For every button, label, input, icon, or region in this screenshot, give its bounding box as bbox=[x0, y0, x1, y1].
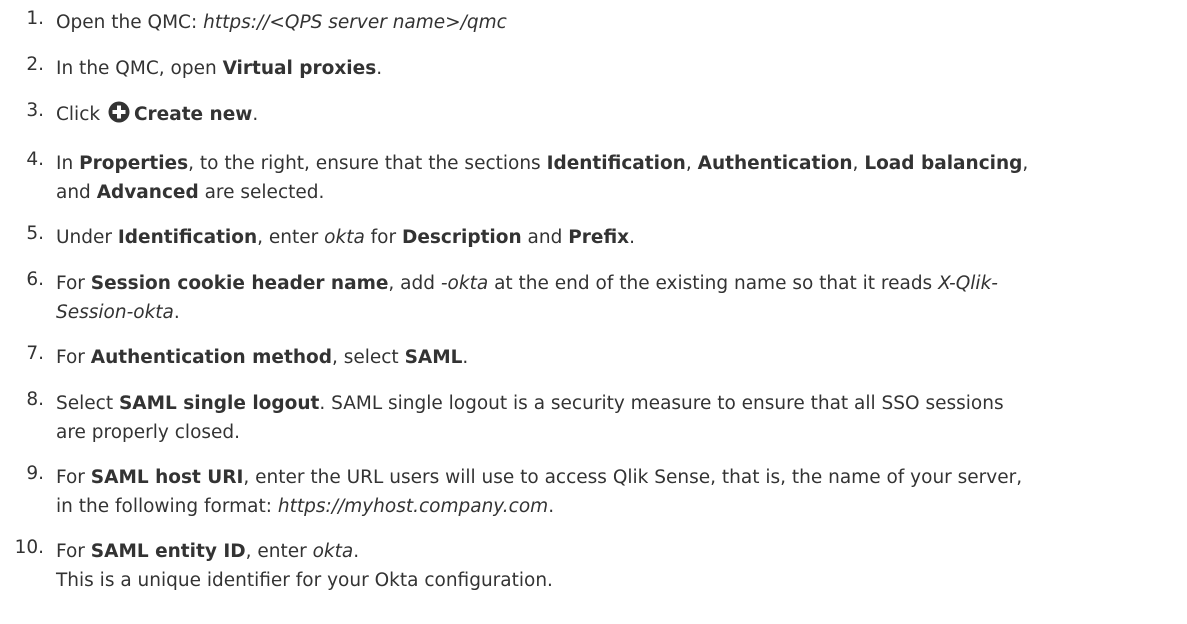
bold-term: Create new bbox=[133, 104, 253, 125]
bold-term: SAML entity ID bbox=[90, 541, 246, 562]
list-item: 8. Select SAML single logout. SAML single… bbox=[0, 389, 1187, 447]
list-item: 1. Open the QMC: https://<QPS server name… bbox=[0, 8, 1187, 38]
list-item: 6. For Session cookie header name, add -o… bbox=[0, 269, 1187, 327]
italic-term: https://<QPS server name>/qmc bbox=[203, 12, 507, 33]
text-segment: This is a unique identifier for your Okt… bbox=[56, 570, 553, 591]
text-segment: are selected. bbox=[198, 182, 325, 203]
step-text-line: In Properties, to the right, ensure that… bbox=[0, 149, 1187, 179]
step-number: 6. bbox=[26, 269, 44, 290]
text-segment: . bbox=[462, 347, 469, 368]
text-segment: , enter bbox=[257, 227, 325, 248]
step-text-line: in the following format: https://myhost.… bbox=[0, 493, 1187, 521]
italic-term: okta bbox=[324, 227, 365, 248]
step-text-line: Select SAML single logout. SAML single l… bbox=[0, 389, 1187, 419]
bold-term: Virtual proxies bbox=[222, 58, 377, 79]
list-item: 9. For SAML host URI, enter the URL users… bbox=[0, 463, 1187, 521]
italic-term: X-Qlik- bbox=[938, 273, 998, 294]
step-text-line: Click Create new. bbox=[0, 100, 1187, 133]
bold-term: SAML host URI bbox=[90, 467, 244, 488]
bold-term: Authentication method bbox=[90, 347, 332, 368]
step-number: 1. bbox=[26, 8, 44, 29]
text-segment: Open the QMC: bbox=[56, 12, 204, 33]
text-segment: are properly closed. bbox=[56, 422, 241, 443]
text-segment: , to the right, ensure that the sections bbox=[188, 153, 547, 174]
step-text-line: are properly closed. bbox=[0, 419, 1187, 447]
bold-term: SAML single logout bbox=[118, 393, 320, 414]
text-segment: , select bbox=[331, 347, 405, 368]
text-segment: . bbox=[173, 302, 180, 323]
italic-term: Session-okta bbox=[56, 302, 174, 323]
bold-term: Properties bbox=[79, 153, 189, 174]
bold-term: Description bbox=[401, 227, 522, 248]
bold-term: Advanced bbox=[96, 182, 199, 203]
step-text-line: For SAML entity ID, enter okta. bbox=[0, 537, 1187, 567]
bold-term: SAML bbox=[404, 347, 463, 368]
bold-term: Load balancing bbox=[864, 153, 1023, 174]
step-text-line: Session-okta. bbox=[0, 299, 1187, 327]
text-segment: for bbox=[364, 227, 402, 248]
text-segment: . bbox=[548, 496, 555, 517]
text-segment: . bbox=[252, 104, 259, 125]
text-segment: For bbox=[56, 347, 91, 368]
text-segment: . bbox=[376, 58, 383, 79]
step-number: 5. bbox=[26, 223, 44, 244]
text-segment: , bbox=[1022, 153, 1029, 174]
italic-term: https://myhost.company.com bbox=[277, 496, 549, 517]
step-number: 4. bbox=[26, 149, 44, 170]
list-item: 5. Under Identification, enter okta for D… bbox=[0, 223, 1187, 253]
step-number: 8. bbox=[26, 389, 44, 410]
step-number: 10. bbox=[14, 537, 44, 558]
text-segment: in the following format: bbox=[56, 496, 278, 517]
step-number: 7. bbox=[26, 343, 44, 364]
bold-term: Identification bbox=[546, 153, 686, 174]
text-segment: For bbox=[56, 273, 91, 294]
bold-term: Session cookie header name bbox=[90, 273, 389, 294]
text-segment: . bbox=[353, 541, 360, 562]
bold-term: Prefix bbox=[568, 227, 630, 248]
text-segment: at the end of the existing name so that … bbox=[488, 273, 939, 294]
text-segment: Under bbox=[56, 227, 118, 248]
step-number: 9. bbox=[26, 463, 44, 484]
text-segment: and bbox=[56, 182, 97, 203]
step-text-line: For Session cookie header name, add -okt… bbox=[0, 269, 1187, 299]
step-text-line: and Advanced are selected. bbox=[0, 179, 1187, 207]
text-segment: , bbox=[685, 153, 698, 174]
text-segment: For bbox=[56, 467, 91, 488]
italic-term: okta bbox=[312, 541, 354, 562]
text-segment: Select bbox=[56, 393, 119, 414]
text-segment: . bbox=[629, 227, 635, 248]
text-segment: For bbox=[56, 541, 91, 562]
text-segment: , enter the URL users will use to access… bbox=[243, 467, 1023, 488]
list-item: 4. In Properties, to the right, ensure th… bbox=[0, 149, 1187, 207]
text-segment: Click bbox=[56, 104, 106, 125]
plus-circle-icon bbox=[108, 101, 130, 133]
step-text-line: In the QMC, open Virtual proxies. bbox=[0, 54, 1187, 84]
text-segment: , bbox=[852, 153, 865, 174]
step-text-line: Under Identification, enter okta for Des… bbox=[0, 223, 1187, 253]
instruction-list: 1. Open the QMC: https://<QPS server name… bbox=[0, 0, 1187, 595]
list-item: 10. For SAML entity ID, enter okta. This i… bbox=[0, 537, 1187, 595]
text-segment: In bbox=[56, 153, 80, 174]
text-segment: . SAML single logout is a security measu… bbox=[319, 393, 1004, 414]
bold-term: Authentication bbox=[697, 153, 853, 174]
text-segment: , add bbox=[388, 273, 441, 294]
text-segment: and bbox=[521, 227, 569, 248]
step-text-line: This is a unique identifier for your Okt… bbox=[0, 567, 1187, 595]
list-item: 2. In the QMC, open Virtual proxies. bbox=[0, 54, 1187, 84]
list-item: 3. Click Create new. bbox=[0, 100, 1187, 133]
step-number: 2. bbox=[26, 54, 44, 75]
text-segment: , enter bbox=[245, 541, 313, 562]
step-text-line: Open the QMC: https://<QPS server name>/… bbox=[0, 8, 1187, 38]
italic-term: -okta bbox=[440, 273, 489, 294]
text-segment: In the QMC, open bbox=[56, 58, 223, 79]
step-text-line: For SAML host URI, enter the URL users w… bbox=[0, 463, 1187, 493]
step-number: 3. bbox=[26, 100, 44, 121]
bold-term: Identification bbox=[117, 227, 258, 248]
step-text-line: For Authentication method, select SAML. bbox=[0, 343, 1187, 373]
list-item: 7. For Authentication method, select SAML… bbox=[0, 343, 1187, 373]
